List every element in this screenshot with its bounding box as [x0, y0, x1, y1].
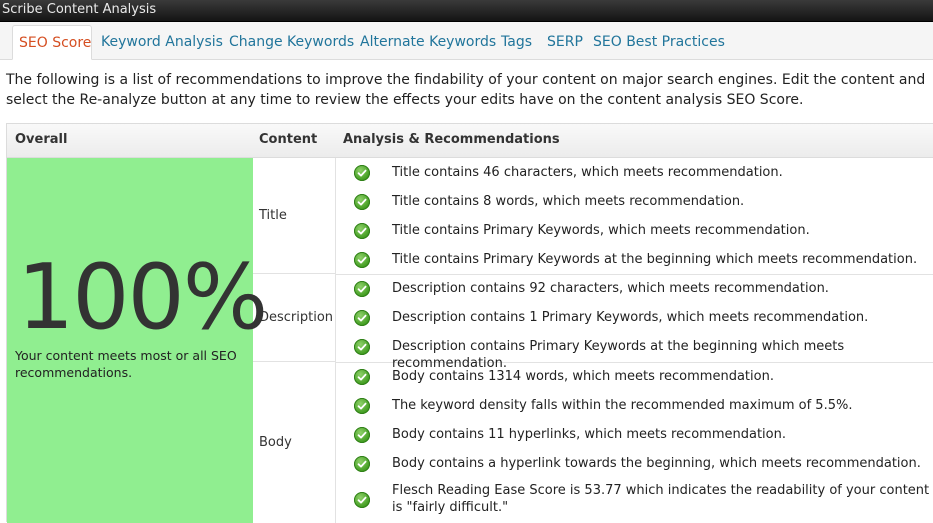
- list-item: Body contains a hyperlink towards the be…: [336, 449, 933, 478]
- section-description: Description: [253, 274, 336, 362]
- recommendation-text: Flesch Reading Ease Score is 53.77 which…: [392, 483, 930, 515]
- tab-tags[interactable]: Tags: [501, 25, 532, 60]
- header-content: Content: [259, 132, 318, 147]
- header-overall: Overall: [15, 132, 68, 147]
- section-title: Title: [253, 158, 336, 274]
- section-label: Body: [259, 435, 292, 450]
- list-item: Description contains 1 Primary Keywords,…: [336, 303, 933, 332]
- check-circle-icon: [354, 339, 370, 355]
- recommendation-text: Body contains 1314 words, which meets re…: [392, 369, 774, 384]
- check-circle-icon: [354, 194, 370, 210]
- list-item: Title contains 46 characters, which meet…: [336, 158, 933, 187]
- tab-change-keywords[interactable]: Change Keywords: [229, 25, 354, 60]
- recommendation-text: Title contains 8 words, which meets reco…: [392, 194, 745, 209]
- tab-seo-score[interactable]: SEO Score: [12, 25, 92, 60]
- recommendation-text: The keyword density falls within the rec…: [392, 398, 853, 413]
- tab-bar: SEO Score Keyword Analysis Change Keywor…: [0, 22, 933, 60]
- window-titlebar: Scribe Content Analysis: [0, 0, 933, 22]
- check-circle-icon: [354, 252, 370, 268]
- check-circle-icon: [354, 398, 370, 414]
- check-circle-icon: [354, 310, 370, 326]
- recommendations-column: Title contains 46 characters, which meet…: [336, 158, 933, 523]
- list-item: Title contains 8 words, which meets reco…: [336, 187, 933, 216]
- list-item: Body contains 11 hyperlinks, which meets…: [336, 420, 933, 449]
- recommendation-text: Body contains a hyperlink towards the be…: [392, 456, 921, 471]
- tab-seo-best-practices[interactable]: SEO Best Practices: [593, 25, 725, 60]
- list-item: Description contains Primary Keywords at…: [336, 332, 933, 371]
- list-item: Flesch Reading Ease Score is 53.77 which…: [336, 478, 933, 523]
- check-circle-icon: [354, 456, 370, 472]
- check-circle-icon: [354, 223, 370, 239]
- tab-keyword-analysis[interactable]: Keyword Analysis: [101, 25, 223, 60]
- section-label: Description: [259, 310, 334, 325]
- list-item: Title contains Primary Keywords, which m…: [336, 216, 933, 245]
- list-item: Body contains 1314 words, which meets re…: [336, 362, 933, 391]
- recommendation-text: Title contains Primary Keywords, which m…: [392, 223, 810, 238]
- check-circle-icon: [354, 492, 370, 508]
- recommendation-text: Description contains 1 Primary Keywords,…: [392, 310, 869, 325]
- section-label: Title: [259, 208, 287, 223]
- content-column: Title Description Body: [253, 158, 336, 523]
- list-item: Title contains Primary Keywords at the b…: [336, 245, 933, 275]
- check-circle-icon: [354, 427, 370, 443]
- check-circle-icon: [354, 281, 370, 297]
- table-header: Overall Content Analysis & Recommendatio…: [7, 124, 933, 158]
- recommendation-text: Title contains 46 characters, which meet…: [392, 165, 783, 180]
- seo-score-message: Your content meets most or all SEO recom…: [15, 348, 237, 380]
- check-circle-icon: [354, 369, 370, 385]
- section-body: Body: [253, 362, 336, 523]
- check-circle-icon: [354, 165, 370, 181]
- analysis-table: Overall Content Analysis & Recommendatio…: [6, 123, 933, 523]
- recommendation-text: Description contains 92 characters, whic…: [392, 281, 829, 296]
- tab-serp[interactable]: SERP: [547, 25, 583, 60]
- tab-alternate-keywords[interactable]: Alternate Keywords: [360, 25, 496, 60]
- header-analysis: Analysis & Recommendations: [343, 132, 560, 147]
- list-item: The keyword density falls within the rec…: [336, 391, 933, 420]
- intro-text: The following is a list of recommendatio…: [6, 72, 926, 108]
- seo-score-value: 100%: [17, 245, 268, 350]
- recommendation-text: Body contains 11 hyperlinks, which meets…: [392, 427, 786, 442]
- recommendation-text: Title contains Primary Keywords at the b…: [392, 252, 918, 267]
- overall-score-cell: 100% Your content meets most or all SEO …: [7, 158, 268, 523]
- list-item: Description contains 92 characters, whic…: [336, 274, 933, 303]
- window-title: Scribe Content Analysis: [2, 2, 157, 17]
